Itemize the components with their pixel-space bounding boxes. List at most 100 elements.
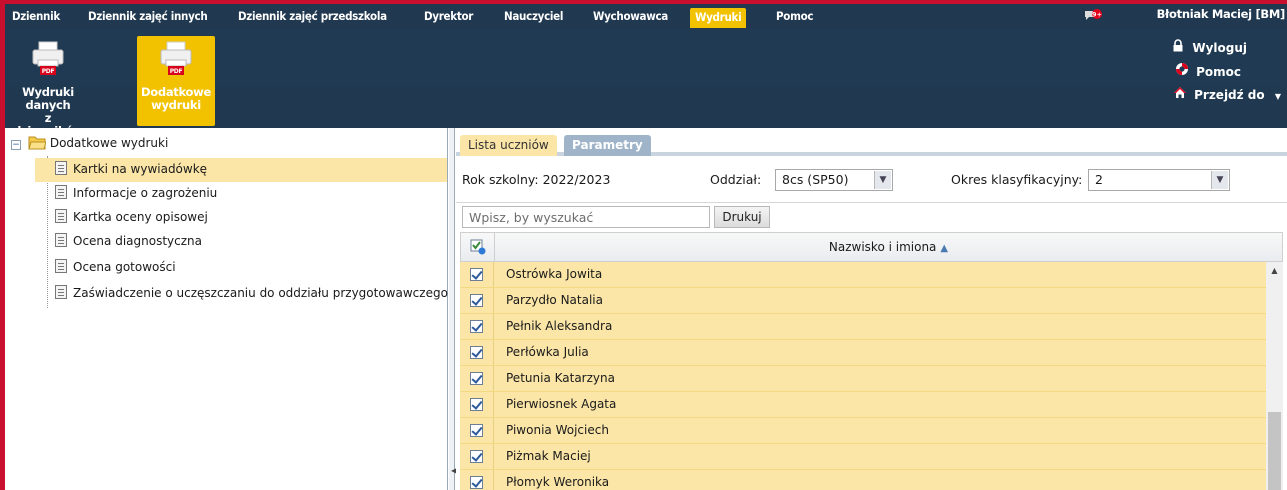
home-icon <box>1172 86 1188 104</box>
row-checkbox-cell <box>460 418 494 443</box>
row-checkbox[interactable] <box>470 450 483 463</box>
row-checkbox[interactable] <box>470 476 483 489</box>
period-label: Okres klasyfikacyjny: <box>951 172 1083 187</box>
menu-item-dziennik-zajec-innych[interactable]: Dziennik zajęć innych <box>83 7 212 25</box>
goto-link[interactable]: Przejdź do ▼ <box>1172 86 1281 104</box>
document-icon <box>55 285 67 299</box>
svg-text:PDF: PDF <box>170 68 183 75</box>
table-row[interactable]: Pełnik Aleksandra <box>460 314 1266 340</box>
student-name: Petunia Katarzyna <box>506 371 615 385</box>
folder-open-icon <box>28 135 47 157</box>
chevron-down-icon: ▼ <box>1274 92 1281 101</box>
table-row[interactable]: Pierwiosnek Agata <box>460 392 1266 418</box>
row-checkbox-cell <box>460 262 494 287</box>
row-checkbox[interactable] <box>470 268 483 281</box>
menu-item-pomoc[interactable]: Pomoc <box>771 7 818 25</box>
tab-parametry[interactable]: Parametry <box>564 135 651 156</box>
messages-icon[interactable]: 9+ <box>1084 9 1102 23</box>
document-icon <box>55 209 67 223</box>
search-row: Drukuj <box>456 202 1287 230</box>
document-icon <box>55 185 67 199</box>
menu-item-wychowawca[interactable]: Wychowawca <box>588 7 673 25</box>
row-checkbox[interactable] <box>470 424 483 437</box>
user-name[interactable]: Błotniak Maciej [BM] <box>1157 7 1286 21</box>
tab-lista-uczniow[interactable]: Lista uczniów <box>460 135 557 156</box>
class-select-value: 8cs (SP50) <box>782 172 849 187</box>
lock-icon <box>1170 39 1186 57</box>
table-row[interactable]: Ostrówka Jowita <box>460 262 1266 288</box>
period-select[interactable]: 2 ▼ <box>1088 169 1230 191</box>
tree-root-label: Dodatkowe wydruki <box>49 136 169 150</box>
collapse-icon[interactable]: − <box>11 140 21 150</box>
document-icon <box>55 259 67 273</box>
print-tree: − Dodatkowe wydruki Kartki na wywiadówkę… <box>5 128 448 490</box>
table-row[interactable]: Petunia Katarzyna <box>460 366 1266 392</box>
scroll-thumb[interactable] <box>1268 412 1281 490</box>
menu-item-wydruki[interactable]: Wydruki <box>690 8 747 28</box>
table-row[interactable]: Płomyk Weronika <box>460 470 1266 490</box>
scroll-up-icon[interactable]: ▲ <box>1266 266 1283 275</box>
student-name: Perłówka Julia <box>506 345 589 359</box>
table-row[interactable]: Piwonia Wojciech <box>460 418 1266 444</box>
row-checkbox-cell <box>460 444 494 469</box>
menu-item-nauczyciel[interactable]: Nauczyciel <box>499 7 568 25</box>
printer-pdf-icon: PDF <box>160 41 192 75</box>
period-select-value: 2 <box>1095 172 1103 187</box>
student-name: Płomyk Weronika <box>506 475 610 489</box>
student-name: Piwonia Wojciech <box>506 423 609 437</box>
lifebuoy-icon <box>1174 62 1190 81</box>
menu-item-dyrektor[interactable]: Dyrektor <box>419 7 478 25</box>
row-checkbox-cell <box>460 392 494 417</box>
printer-pdf-icon: PDF <box>32 41 64 75</box>
ribbon-button-wydruki-danych[interactable]: PDF Wydruki danych z dzienników <box>9 36 87 138</box>
select-all-checkbox[interactable] <box>461 233 495 261</box>
help-link[interactable]: Pomoc <box>1174 62 1241 80</box>
check-all-icon <box>470 239 486 255</box>
row-checkbox[interactable] <box>470 398 483 411</box>
chevron-down-icon[interactable]: ▼ <box>874 171 891 189</box>
student-grid: Ostrówka Jowita Parzydło Natalia Pełnik Al… <box>460 262 1283 490</box>
ribbon-button-label-line1: Wydruki danych <box>22 85 74 112</box>
sort-ascending-icon: ▲ <box>940 243 949 254</box>
student-name: Pierwiosnek Agata <box>506 397 617 411</box>
school-year-label: Rok szkolny: 2022/2023 <box>462 172 611 187</box>
vertical-scrollbar[interactable]: ▲ <box>1266 262 1283 490</box>
search-input[interactable] <box>462 206 710 228</box>
table-row[interactable]: Perłówka Julia <box>460 340 1266 366</box>
row-checkbox-cell <box>460 340 494 365</box>
column-header-name[interactable]: Nazwisko i imiona ▲ <box>495 233 1282 261</box>
tree-item-ocena-diagnostyczna[interactable]: Ocena diagnostyczna <box>35 230 447 254</box>
right-panel: Lista uczniów Parametry Rok szkolny: 202… <box>456 128 1287 490</box>
menu-item-dziennik[interactable]: Dziennik <box>7 7 65 25</box>
row-checkbox[interactable] <box>470 294 483 307</box>
tree-item-ocena-gotowosci[interactable]: Ocena gotowości <box>35 256 447 280</box>
document-icon <box>55 161 67 175</box>
tree-root[interactable]: − Dodatkowe wydruki <box>11 132 447 156</box>
document-icon <box>55 233 67 247</box>
row-checkbox-cell <box>460 470 494 490</box>
student-name: Pełnik Aleksandra <box>506 319 613 333</box>
tree-item-kartki-na-wywiadowke[interactable]: Kartki na wywiadówkę <box>35 158 447 182</box>
row-checkbox[interactable] <box>470 346 483 359</box>
row-checkbox[interactable] <box>470 372 483 385</box>
class-select[interactable]: 8cs (SP50) ▼ <box>775 169 893 191</box>
row-checkbox-cell <box>460 366 494 391</box>
ribbon-button-label-line2: wydruki <box>151 98 201 112</box>
tree-item-kartka-oceny-opisowej[interactable]: Kartka oceny opisowej <box>35 206 447 230</box>
menu-item-dziennik-zajec-przedszkola[interactable]: Dziennik zajęć przedszkola <box>233 7 392 25</box>
main-menu-bar: Dziennik Dziennik zajęć innych Dziennik … <box>5 4 1287 28</box>
chevron-down-icon[interactable]: ▼ <box>1211 171 1228 189</box>
row-checkbox[interactable] <box>470 320 483 333</box>
student-name: Parzydło Natalia <box>506 293 603 307</box>
print-button[interactable]: Drukuj <box>714 206 770 228</box>
tree-item-informacje-o-zagrozeniu[interactable]: Informacje o zagrożeniu <box>35 182 447 206</box>
class-label: Oddział: <box>710 172 762 187</box>
table-row[interactable]: Parzydło Natalia <box>460 288 1266 314</box>
tree-item-zaswiadczenie[interactable]: Zaświadczenie o uczęszczaniu do oddziału… <box>35 282 448 306</box>
svg-text:PDF: PDF <box>42 68 55 75</box>
logout-link[interactable]: Wyloguj <box>1170 39 1247 57</box>
table-row[interactable]: Piżmak Maciej <box>460 444 1266 470</box>
row-checkbox-cell <box>460 288 494 313</box>
ribbon-button-dodatkowe-wydruki[interactable]: PDF Dodatkowe wydruki <box>137 36 215 126</box>
panel-splitter[interactable] <box>449 128 455 490</box>
